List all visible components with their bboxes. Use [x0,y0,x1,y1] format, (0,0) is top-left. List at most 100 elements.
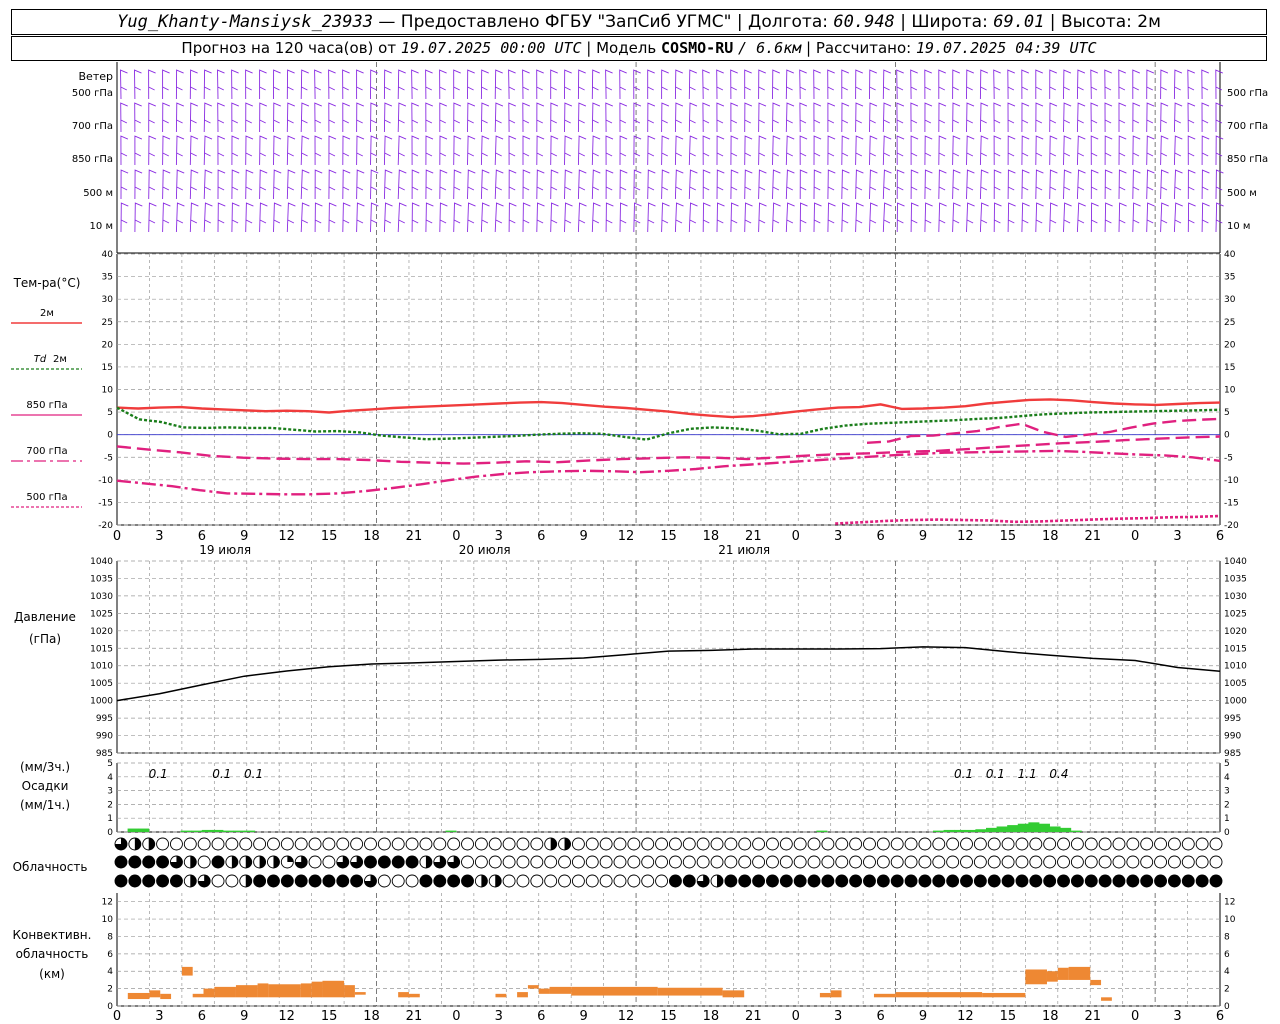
cloud-symbol [488,837,502,851]
cloud-symbol [142,874,156,888]
wind-barb [1021,102,1030,133]
conv-xtick: 12 [278,1009,295,1024]
wind-barb [591,102,601,133]
wind-barb [383,169,393,200]
wind-barb [550,169,559,200]
wind-barb [924,69,932,100]
cloud-symbol [973,855,987,869]
wind-barb [979,135,989,166]
cloud-symbol [779,874,793,888]
wind-barb [1076,69,1086,100]
cloud-symbol [1001,855,1015,869]
wind-barb [1035,169,1044,200]
wind-barb [1173,202,1183,233]
wind-barb [869,69,877,100]
conv-bar [192,993,204,998]
wind-barb [564,202,573,233]
wind-barb [314,102,322,133]
wind-barb [716,102,725,133]
cloud-symbol [599,874,613,888]
wind-barb [1187,169,1196,200]
wind-barb [273,102,281,133]
wind-barb [605,102,613,133]
wind-barb [882,169,892,200]
cloud-symbol [904,837,918,851]
wind-barb [882,102,892,133]
precip-label: 0.1 [149,767,168,781]
cloud-symbol [655,837,669,851]
precip-bar [1070,830,1082,832]
conv-bar [982,992,1026,998]
temp-ytick-left: -5 [104,453,113,463]
wind-level-left: 850 гПа [72,154,113,165]
wind-barb [217,202,226,233]
cloud-symbol [225,837,239,851]
wind-barb [993,69,1001,100]
cloud-symbol [1126,837,1140,851]
cloud-symbol [128,855,142,869]
precip-bar [180,830,192,832]
wind-barb [979,202,989,233]
precip-bar [964,829,976,832]
wind-barb [1049,135,1058,166]
cloud-symbol [710,855,724,869]
cloud-symbol [377,855,391,869]
wind-barb [1076,102,1086,133]
wind-barb [1035,102,1044,133]
temp-xtick: 3 [155,529,163,544]
cloud-symbol [294,837,308,851]
conv-bar [1101,997,1112,1001]
precip-bar [1060,827,1072,832]
cloud-symbol [613,855,627,869]
wind-barb [397,102,407,133]
cloud-symbol [544,874,558,888]
wind-barb [231,135,240,166]
cloud-symbol [502,837,516,851]
pressure-ytick-left: 1040 [90,557,113,567]
wind-barb [467,135,476,166]
cloud-symbol [973,874,987,888]
wind-barb [910,135,919,165]
cloud-symbol [530,855,544,869]
wind-barb [134,102,142,133]
wind-barb [744,135,753,166]
temp-ytick-left: 40 [102,250,114,260]
wind-barb [508,135,517,166]
legend-td-suffix: 2м [53,354,67,365]
wind-barb [924,135,933,166]
conv-xtick: 6 [1216,1009,1224,1024]
cloud-symbol [488,855,502,869]
wind-barb [688,69,697,100]
wind-barb [203,102,212,133]
wind-barb [758,102,767,133]
wind-barb [397,169,407,200]
meteogram: Ветер 500 гПа 500 гПа 700 гПа 700 гПа 850 гПа… [11,62,1268,1024]
wind-barb [259,202,268,233]
wind-barb [550,69,558,99]
wind-barb [564,169,573,200]
wind-barb [231,102,239,133]
cloud-symbol [613,837,627,851]
temp-xtick: 15 [660,529,677,544]
conv-title-2: облачность [16,947,89,961]
wind-barb [785,169,795,200]
wind-barb [162,169,171,200]
wind-barb [439,202,448,233]
conv-bar [257,983,269,998]
conv-xtick: 3 [1173,1009,1181,1024]
wind-barb [577,102,587,133]
wind-barb [910,102,919,133]
wind-barb [1160,169,1169,200]
cloud-symbol [1209,855,1223,869]
conv-ytick-left: 6 [107,950,113,960]
precip-label: 0.1 [212,767,231,781]
wind-barb [1007,202,1016,233]
conv-bar [160,993,172,1000]
conv-bar [181,966,193,976]
temp-xtick: 18 [703,529,720,544]
wind-barb [1146,169,1155,200]
wind-barb [1187,69,1195,100]
precip-bar [975,829,987,832]
wind-barb [425,69,433,100]
wind-barb [286,135,296,166]
